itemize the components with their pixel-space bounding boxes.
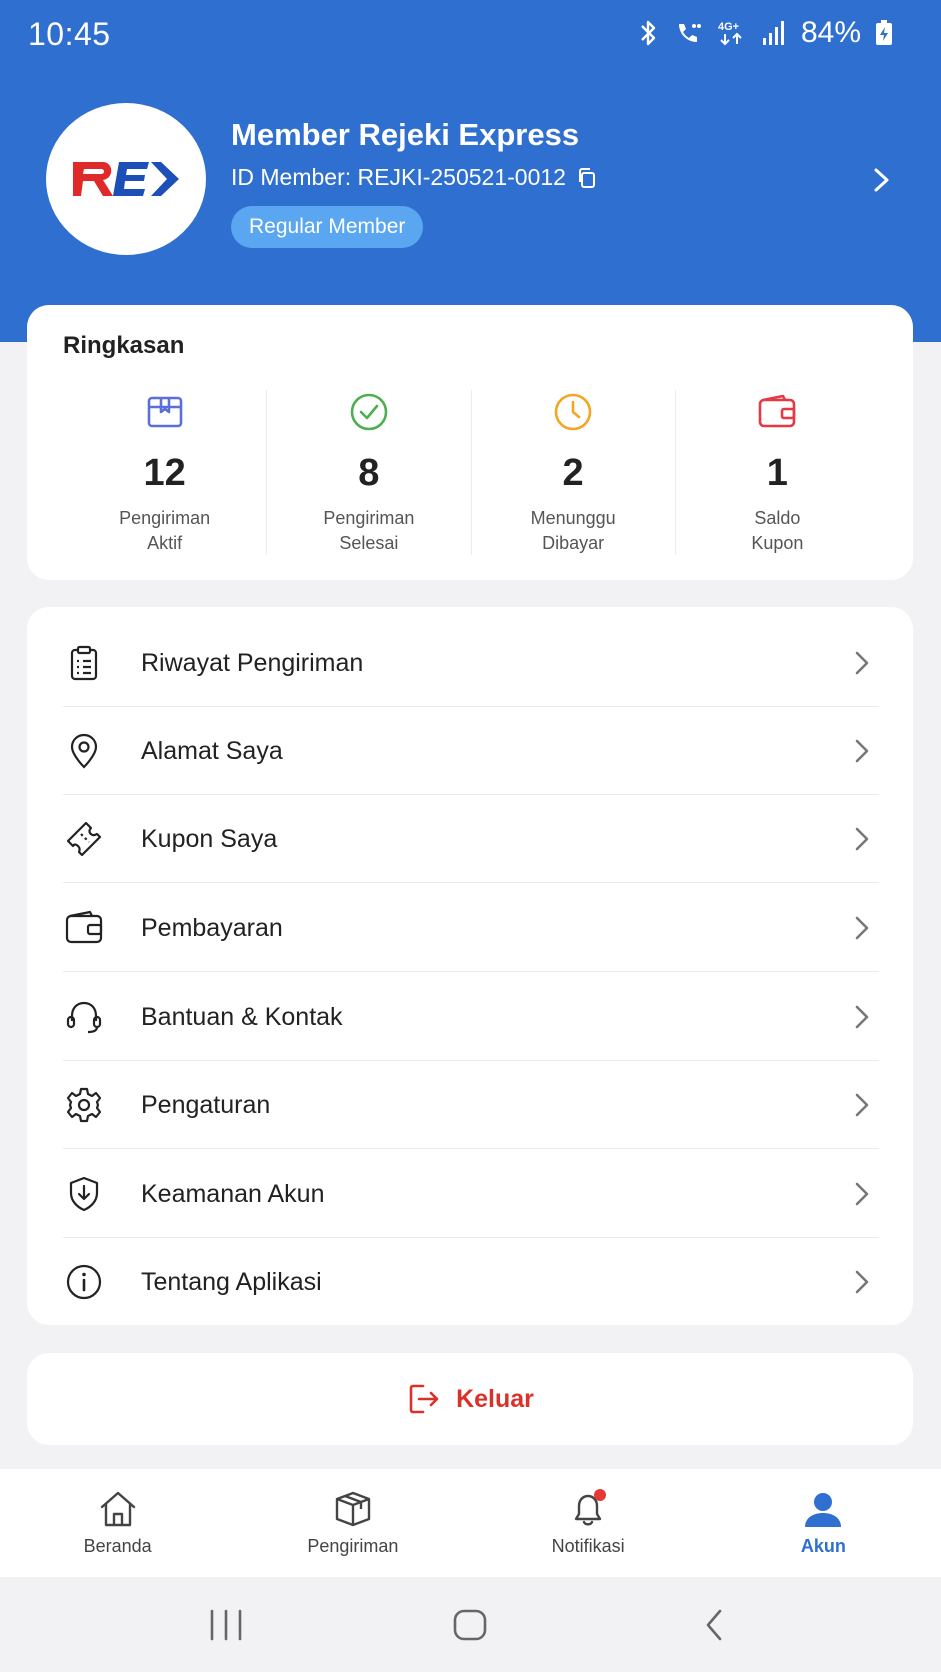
logout-label: Keluar: [456, 1384, 534, 1413]
bottom-navigation: Beranda Pengiriman Notifikasi Akun: [0, 1469, 941, 1577]
menu-label: Bantuan & Kontak: [141, 1002, 343, 1031]
status-time: 10:45: [28, 16, 111, 52]
chevron-right-icon: [855, 651, 869, 675]
menu-item-about-app[interactable]: Tentang Aplikasi: [63, 1238, 879, 1326]
menu-item-payment[interactable]: Pembayaran: [63, 884, 879, 972]
company-logo: [73, 162, 179, 196]
divider: [63, 971, 879, 972]
nav-item-shipments[interactable]: Pengiriman: [235, 1469, 470, 1577]
chevron-right-icon: [855, 1093, 869, 1117]
menu-label: Kupon Saya: [141, 824, 278, 853]
gear-icon: [66, 1087, 102, 1123]
bell-icon: [574, 1489, 607, 1526]
menu-label: Tentang Aplikasi: [141, 1267, 322, 1296]
wifi-call-icon: [678, 24, 701, 42]
location-pin-icon: [70, 733, 98, 769]
status-icons: 4G+ 84%: [637, 16, 893, 50]
back-icon[interactable]: [700, 1605, 728, 1645]
menu-label: Pengaturan: [141, 1090, 271, 1119]
summary-title: Ringkasan: [63, 332, 185, 359]
info-icon: [66, 1264, 102, 1300]
stat-coupon-balance[interactable]: 1 Saldo Kupon: [674, 390, 879, 555]
stat-label: Saldo Kupon: [751, 508, 804, 553]
menu-label: Alamat Saya: [141, 736, 283, 765]
wallet-icon: [65, 910, 103, 944]
status-bar: 10:45 4G+ 84%: [0, 0, 941, 72]
battery-percent: 84%: [800, 16, 861, 49]
menu-item-my-address[interactable]: Alamat Saya: [63, 707, 879, 795]
menu-item-shipment-history[interactable]: Riwayat Pengiriman: [63, 619, 879, 707]
nav-label: Akun: [800, 1536, 846, 1556]
logout-button[interactable]: Keluar: [27, 1353, 913, 1445]
signal-icon: [762, 21, 784, 45]
account-menu: Riwayat Pengiriman Alamat Saya Kupon Say…: [27, 607, 913, 1325]
member-id: ID Member: REJKI-250521-0012: [231, 164, 566, 190]
nav-item-account[interactable]: Akun: [706, 1469, 941, 1577]
stat-completed-shipments[interactable]: 8 Pengiriman Selesai: [266, 390, 470, 555]
nav-label: Beranda: [83, 1536, 152, 1556]
chevron-right-icon: [855, 916, 869, 940]
chevron-right-icon[interactable]: [870, 164, 894, 196]
avatar[interactable]: [46, 103, 206, 255]
menu-item-account-security[interactable]: Keamanan Akun: [63, 1150, 879, 1238]
chevron-right-icon: [855, 1182, 869, 1206]
logout-icon: [409, 1384, 439, 1414]
home-button-icon[interactable]: [451, 1605, 489, 1645]
stat-value: 12: [143, 452, 186, 494]
menu-label: Riwayat Pengiriman: [141, 648, 364, 677]
wallet-icon: [759, 394, 796, 428]
divider: [63, 1148, 879, 1149]
stat-awaiting-payment[interactable]: 2 Menunggu Dibayar: [470, 390, 675, 555]
stat-label: Menunggu Dibayar: [530, 508, 616, 553]
home-icon: [100, 1491, 135, 1527]
system-navigation-bar: [0, 1577, 941, 1672]
svg-text:4G+: 4G+: [718, 21, 739, 33]
user-icon: [805, 1493, 842, 1527]
stat-value: 1: [766, 452, 788, 494]
check-circle-icon: [350, 393, 388, 431]
logout-content: Keluar: [27, 1353, 913, 1445]
menu-item-settings[interactable]: Pengaturan: [63, 1061, 879, 1149]
profile-header: 10:45 4G+ 84% Member Rejeki Express ID M…: [0, 0, 941, 342]
divider: [63, 882, 879, 883]
stat-value: 8: [358, 452, 380, 494]
stat-value: 2: [562, 452, 584, 494]
menu-item-my-coupons[interactable]: Kupon Saya: [63, 795, 879, 883]
profile-name: Member Rejeki Express: [231, 117, 580, 152]
network-4g-icon: 4G+: [718, 21, 742, 46]
bluetooth-icon: [641, 20, 656, 46]
shield-icon: [69, 1176, 99, 1212]
stat-label: Pengiriman Selesai: [323, 508, 415, 553]
ticket-icon: [66, 821, 102, 857]
member-id-row: ID Member: REJKI-250521-0012: [231, 164, 598, 191]
copy-icon[interactable]: [576, 166, 598, 190]
chevron-right-icon: [855, 1005, 869, 1029]
clock-icon: [554, 393, 592, 431]
menu-label: Keamanan Akun: [141, 1179, 325, 1208]
nav-item-home[interactable]: Beranda: [0, 1469, 235, 1577]
battery-charging-icon: [876, 20, 892, 45]
stat-active-shipments[interactable]: 12 Pengiriman Aktif: [63, 390, 266, 555]
chevron-right-icon: [855, 739, 869, 763]
nav-label: Notifikasi: [551, 1536, 625, 1556]
chevron-right-icon: [855, 827, 869, 851]
nav-label: Pengiriman: [307, 1536, 399, 1556]
member-tier-badge: Regular Member: [231, 206, 424, 248]
clipboard-icon: [70, 645, 98, 681]
stat-label: Pengiriman Aktif: [119, 508, 211, 553]
nav-item-notifications[interactable]: Notifikasi: [471, 1469, 706, 1577]
recent-apps-icon[interactable]: [208, 1605, 244, 1645]
menu-item-help-contact[interactable]: Bantuan & Kontak: [63, 973, 879, 1061]
summary-stats: 12 Pengiriman Aktif 8 Pengiriman Selesai 2…: [63, 390, 879, 555]
package-icon: [335, 1491, 371, 1527]
chevron-right-icon: [855, 1270, 869, 1294]
menu-label: Pembayaran: [141, 913, 283, 942]
headset-icon: [66, 1001, 102, 1034]
box-icon: [147, 396, 182, 428]
summary-card: Ringkasan 12 Pengiriman Aktif 8 Pengirima…: [27, 305, 913, 580]
